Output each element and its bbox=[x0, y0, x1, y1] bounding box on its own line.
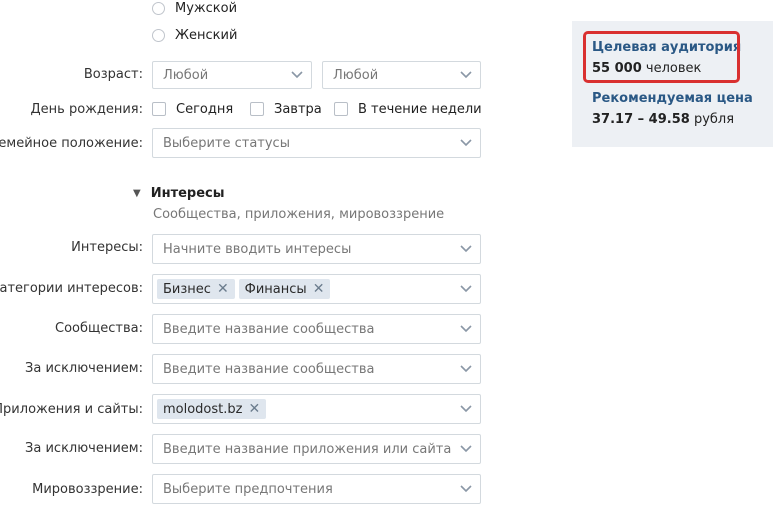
price-range: 37.17 – 49.58 рубля bbox=[592, 112, 734, 127]
audience-highlight-frame bbox=[583, 31, 740, 83]
interests-section-subtitle: Сообщества, приложения, мировоззрение bbox=[153, 207, 445, 222]
communities-placeholder: Введите название сообщества bbox=[163, 321, 375, 337]
worldview-label: Мировоззрение: bbox=[32, 482, 143, 497]
age-to-value: Любой bbox=[333, 67, 379, 83]
communities-except-placeholder: Введите название сообщества bbox=[163, 361, 375, 377]
chevron-down-icon bbox=[460, 444, 472, 454]
radio-female[interactable] bbox=[152, 28, 165, 42]
categories-label: Категории интересов: bbox=[0, 281, 143, 296]
communities-except-input[interactable]: Введите название сообщества bbox=[152, 354, 481, 384]
checkbox-box[interactable] bbox=[334, 102, 348, 116]
chevron-down-icon bbox=[460, 244, 472, 254]
birthday-tomorrow-label: Завтра bbox=[274, 101, 322, 117]
birthday-label: День рождения: bbox=[30, 102, 144, 117]
apps-input[interactable]: molodost.bz ✕ bbox=[152, 394, 481, 424]
interests-label: Интересы: bbox=[71, 240, 143, 255]
interests-input[interactable]: Начните вводить интересы bbox=[152, 234, 481, 264]
chevron-down-icon bbox=[460, 404, 472, 414]
interests-section-toggle[interactable]: ▼ Интересы bbox=[133, 186, 225, 201]
tag-finance: Финансы ✕ bbox=[238, 279, 331, 299]
communities-label: Сообщества: bbox=[55, 321, 143, 336]
tag-app: molodost.bz ✕ bbox=[157, 399, 267, 419]
age-from-select[interactable]: Любой bbox=[152, 61, 312, 89]
checkbox-box[interactable] bbox=[152, 102, 166, 116]
chevron-down-icon bbox=[460, 138, 472, 148]
chevron-down-icon bbox=[460, 284, 472, 294]
marital-placeholder: Выберите статусы bbox=[163, 135, 290, 151]
age-from-value: Любой bbox=[163, 67, 209, 83]
remove-tag-icon[interactable]: ✕ bbox=[313, 282, 325, 296]
apps-label: Приложения и сайты: bbox=[0, 402, 143, 417]
remove-tag-icon[interactable]: ✕ bbox=[217, 282, 229, 296]
chevron-down-icon bbox=[460, 70, 472, 80]
tag-business: Бизнес ✕ bbox=[157, 279, 235, 299]
birthday-today-checkbox[interactable]: Сегодня bbox=[152, 100, 233, 118]
chevron-down-icon bbox=[291, 70, 303, 80]
gender-female-label: Женский bbox=[175, 27, 238, 43]
gender-male-label: Мужской bbox=[175, 0, 238, 16]
birthday-week-checkbox[interactable]: В течение недели bbox=[334, 100, 482, 118]
apps-except-input[interactable]: Введите название приложения или сайта bbox=[152, 434, 481, 464]
marital-label: Семейное положение: bbox=[0, 136, 143, 151]
categories-input[interactable]: Бизнес ✕ Финансы ✕ bbox=[152, 274, 481, 304]
price-unit: рубля bbox=[693, 112, 735, 127]
remove-tag-icon[interactable]: ✕ bbox=[248, 402, 260, 416]
chevron-down-icon bbox=[460, 324, 472, 334]
communities-except-label: За исключением: bbox=[25, 361, 143, 376]
age-to-select[interactable]: Любой bbox=[322, 61, 481, 89]
gender-option-male[interactable]: Мужской bbox=[152, 0, 237, 18]
communities-input[interactable]: Введите название сообщества bbox=[152, 314, 481, 344]
marital-select[interactable]: Выберите статусы bbox=[152, 128, 481, 158]
birthday-tomorrow-checkbox[interactable]: Завтра bbox=[250, 100, 322, 118]
checkbox-box[interactable] bbox=[250, 102, 264, 116]
age-label: Возраст: bbox=[83, 67, 143, 82]
gender-option-female[interactable]: Женский bbox=[152, 25, 237, 45]
birthday-today-label: Сегодня bbox=[176, 101, 234, 117]
tag-label: Финансы bbox=[244, 281, 307, 297]
tag-label: molodost.bz bbox=[163, 401, 243, 417]
apps-except-label: За исключением: bbox=[25, 441, 143, 456]
birthday-week-label: В течение недели bbox=[358, 101, 482, 117]
worldview-placeholder: Выберите предпочтения bbox=[163, 481, 333, 497]
tag-label: Бизнес bbox=[163, 281, 211, 297]
apps-except-placeholder: Введите название приложения или сайта bbox=[163, 441, 452, 457]
price-title: Рекомендуемая цена bbox=[592, 91, 753, 106]
chevron-down-icon bbox=[460, 364, 472, 374]
radio-male[interactable] bbox=[152, 1, 165, 15]
interests-section-title: Интересы bbox=[150, 186, 225, 201]
interests-placeholder: Начните вводить интересы bbox=[163, 241, 352, 257]
triangle-down-icon: ▼ bbox=[133, 188, 141, 199]
price-value: 37.17 – 49.58 bbox=[592, 112, 690, 127]
worldview-select[interactable]: Выберите предпочтения bbox=[152, 474, 481, 504]
chevron-down-icon bbox=[460, 484, 472, 494]
